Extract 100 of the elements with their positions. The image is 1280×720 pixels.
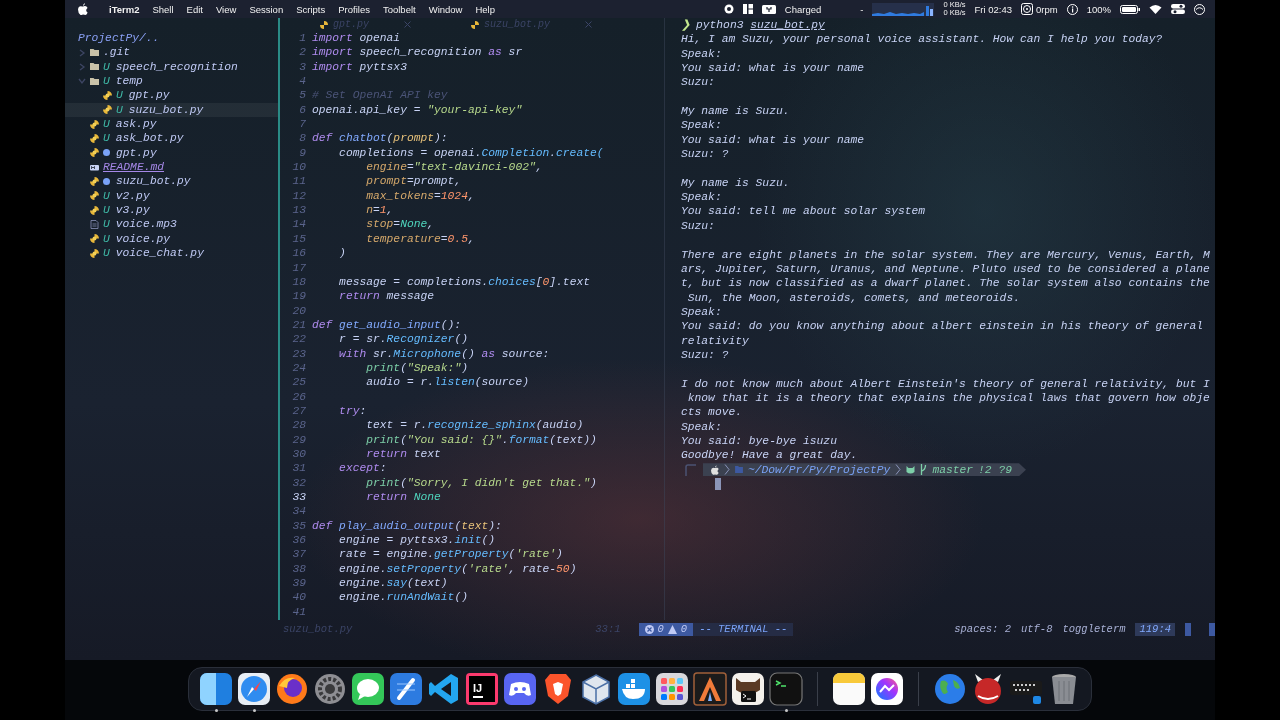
globe-icon[interactable] (933, 672, 967, 706)
code-line: engine="text-davinci-002", (365, 160, 543, 175)
code-line: r = sr.Recognizer() (338, 332, 468, 347)
code-line: # Set OpenAI API key (312, 88, 448, 103)
file-tree-item[interactable]: U gpt.py (65, 88, 278, 103)
python-file-icon (320, 20, 328, 29)
cube-icon[interactable] (579, 672, 613, 706)
line-number: 31 (291, 461, 307, 476)
fan-icon[interactable] (1021, 3, 1034, 15)
terminal-line: Speak: (681, 118, 722, 133)
menu-item[interactable]: Edit (186, 3, 203, 15)
menu-item[interactable]: Profiles (338, 3, 370, 15)
file-tree-item[interactable]: U speech_recognition (65, 59, 278, 75)
line-number: 36 (291, 533, 307, 548)
code-line: audio = r.listen(source) (365, 375, 529, 390)
git-status-label: U (116, 88, 123, 103)
record-icon[interactable] (723, 4, 734, 14)
layout-icon[interactable] (742, 4, 753, 14)
file-tree-item[interactable]: U ask_bot.py (65, 131, 278, 146)
file-tree-item[interactable]: suzu_bot.py (65, 174, 278, 189)
chevron-icon (724, 464, 730, 476)
diagnostics-badge[interactable]: 0 0 (638, 622, 694, 636)
scroll-indicator (1185, 622, 1191, 636)
file-tree-item[interactable]: U voice.py (65, 231, 278, 247)
line-number: 25 (291, 375, 307, 390)
encoding[interactable]: utf-8 (1020, 621, 1053, 637)
line-number: 16 (291, 246, 307, 261)
terminal-line: ars, Jupiter, Saturn, Uranus, and Neptune. Pluto used to be considered a plane (681, 261, 1210, 277)
line-number: 18 (291, 274, 307, 290)
file-tree-item[interactable]: U voice.mp3 (65, 217, 278, 232)
swirl-icon[interactable] (275, 672, 309, 706)
menu-item[interactable]: Session (249, 3, 284, 15)
file-tree-item[interactable]: README.md (65, 160, 278, 175)
line-number: 14 (291, 217, 307, 232)
file-tree-item[interactable]: U v3.py (65, 203, 278, 218)
file-tree-item[interactable]: .git (65, 45, 278, 60)
warning-count: 0 (680, 621, 688, 637)
notepad-icon[interactable] (832, 672, 866, 706)
line-number: 2 (298, 45, 307, 60)
bracket-icon (685, 463, 697, 476)
warning-icon (667, 624, 677, 634)
pencil-icon[interactable] (389, 672, 423, 706)
plug-icon[interactable] (761, 4, 776, 14)
file-tree-item[interactable]: U v2.py (65, 188, 278, 204)
power-status: Charged (784, 3, 822, 15)
chat-bubble-icon[interactable] (870, 672, 904, 706)
gamepad-icon[interactable] (503, 672, 537, 706)
toggle-icon[interactable] (1171, 4, 1185, 14)
indent-setting[interactable]: spaces: 2 (954, 621, 1011, 637)
orb-icon[interactable] (1194, 3, 1205, 15)
letter-tile-icon[interactable]: IJ (465, 672, 499, 706)
whale-icon[interactable] (617, 672, 651, 706)
menu-item[interactable]: Help (475, 3, 495, 15)
terminal-icon[interactable] (731, 672, 765, 706)
menu-item[interactable]: Scripts (296, 3, 326, 15)
line-number: 10 (291, 160, 307, 175)
compass-icon[interactable] (237, 672, 271, 706)
terminal-line: Suzu: (681, 218, 715, 234)
gear-icon[interactable] (313, 672, 347, 706)
file-tree-item[interactable]: U voice_chat.py (65, 246, 278, 261)
line-number: 30 (291, 446, 307, 462)
menu-item[interactable]: View (215, 3, 237, 15)
project-title: ProjectPy/.. (77, 31, 160, 46)
terminal-line: You said: do you know anything about albert einstein in his theory of general (681, 319, 1203, 334)
python-file-icon (90, 248, 99, 258)
split-square-icon[interactable] (199, 672, 233, 706)
wifi-icon[interactable] (1149, 4, 1162, 14)
terminal-line: Speak: (681, 304, 722, 320)
terminal-line: You said: tell me about solar system (681, 204, 926, 219)
line-number: 13 (291, 203, 307, 218)
prompt-symbol: ❯ (681, 19, 690, 31)
line-number: 35 (291, 518, 307, 534)
terminal-line: My name is Suzu. (681, 175, 790, 191)
app-grid-icon[interactable] (655, 672, 689, 706)
line-number: 8 (298, 131, 307, 146)
cpu-graph (872, 2, 935, 16)
clock[interactable]: Fri 02:43 (974, 3, 1013, 15)
line-number: 34 (291, 504, 307, 519)
markdown-file-icon (90, 162, 99, 172)
menu-item[interactable]: Toolbelt (382, 3, 416, 15)
file-tree-item[interactable]: gpt.py (65, 145, 278, 161)
python-file-icon (90, 205, 99, 215)
line-number: 12 (291, 188, 307, 204)
app-menu[interactable]: iTerm2 (109, 3, 140, 15)
menu-item[interactable]: Shell (152, 3, 174, 15)
code-line: temperature=0.5, (365, 231, 475, 247)
file-tree-item[interactable]: U temp (65, 74, 278, 89)
line-number: 3 (298, 59, 307, 75)
menu-item[interactable]: Window (428, 3, 463, 15)
chat-bubble-icon[interactable] (351, 672, 385, 706)
triangle-icon[interactable] (693, 672, 727, 706)
apple-icon[interactable] (78, 3, 88, 15)
file-tree-item[interactable]: U ask.py (65, 117, 278, 132)
info-icon[interactable] (1066, 3, 1078, 15)
terminal-line: t, but is now classified as a dwarf planet. The solar system also contains the (681, 276, 1210, 291)
ribbon-icon[interactable] (427, 672, 461, 706)
git-status-label: U (103, 231, 110, 247)
battery-icon[interactable] (1120, 4, 1140, 14)
git-status-label: U (116, 102, 123, 118)
file-tree-item[interactable]: U suzu_bot.py (65, 102, 278, 118)
